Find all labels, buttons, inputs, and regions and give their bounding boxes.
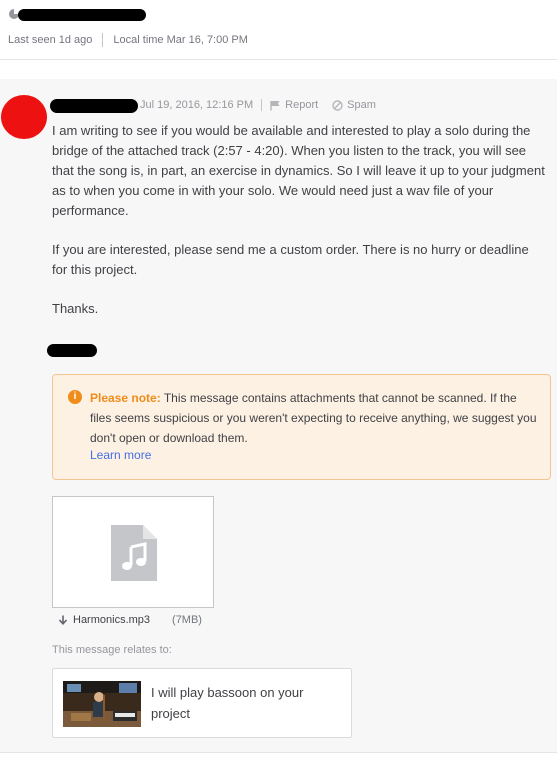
sender-name-redacted bbox=[50, 99, 138, 113]
relates-label: This message relates to: bbox=[52, 644, 172, 656]
last-seen: Last seen 1d ago bbox=[8, 34, 93, 46]
spam-button[interactable]: Spam bbox=[332, 99, 376, 111]
conversation-header: Last seen 1d ago Local time Mar 16, 7:00… bbox=[0, 0, 557, 60]
report-label: Report bbox=[285, 99, 319, 111]
message-meta: Jul 19, 2016, 12:16 PM Report Spam bbox=[140, 99, 376, 111]
block-icon bbox=[332, 99, 343, 111]
username-redacted bbox=[18, 9, 146, 21]
report-button[interactable]: Report bbox=[270, 99, 318, 111]
local-time: Local time Mar 16, 7:00 PM bbox=[113, 34, 248, 46]
message-paragraph: If you are interested, please send me a … bbox=[52, 242, 529, 277]
avatar[interactable] bbox=[1, 95, 47, 139]
gig-thumbnail bbox=[63, 681, 141, 727]
attachment-warning: i Please note: This message contains att… bbox=[52, 374, 551, 480]
learn-more-link[interactable]: Learn more bbox=[90, 448, 151, 462]
signature-redacted bbox=[47, 344, 97, 357]
gig-title: I will play bassoon on your project bbox=[151, 685, 304, 721]
spam-label: Spam bbox=[347, 99, 376, 111]
message-paragraph: Thanks. bbox=[52, 301, 99, 316]
warning-title: Please note: bbox=[90, 391, 161, 405]
download-icon bbox=[58, 615, 68, 625]
meta-divider bbox=[102, 33, 104, 47]
composer-edge bbox=[0, 752, 557, 761]
attachment-download[interactable]: Harmonics.mp3 (7MB) bbox=[58, 614, 202, 626]
message-body: I am writing to see if you would be avai… bbox=[52, 121, 547, 221]
attachment-preview[interactable] bbox=[52, 496, 214, 608]
message-timestamp: Jul 19, 2016, 12:16 PM bbox=[140, 99, 254, 111]
music-file-icon bbox=[111, 525, 157, 581]
meta-divider bbox=[261, 99, 263, 111]
attachment-size: (7MB) bbox=[172, 614, 202, 626]
info-icon: i bbox=[68, 390, 82, 404]
related-gig-card[interactable]: I will play bassoon on your project bbox=[52, 668, 352, 738]
flag-icon bbox=[270, 100, 280, 110]
attachment-filename: Harmonics.mp3 bbox=[73, 614, 151, 626]
contact-meta: Last seen 1d ago Local time Mar 16, 7:00… bbox=[8, 33, 248, 47]
message-paragraph: I am writing to see if you would be avai… bbox=[52, 123, 545, 218]
warning-text: Please note: This message contains attac… bbox=[90, 388, 540, 448]
